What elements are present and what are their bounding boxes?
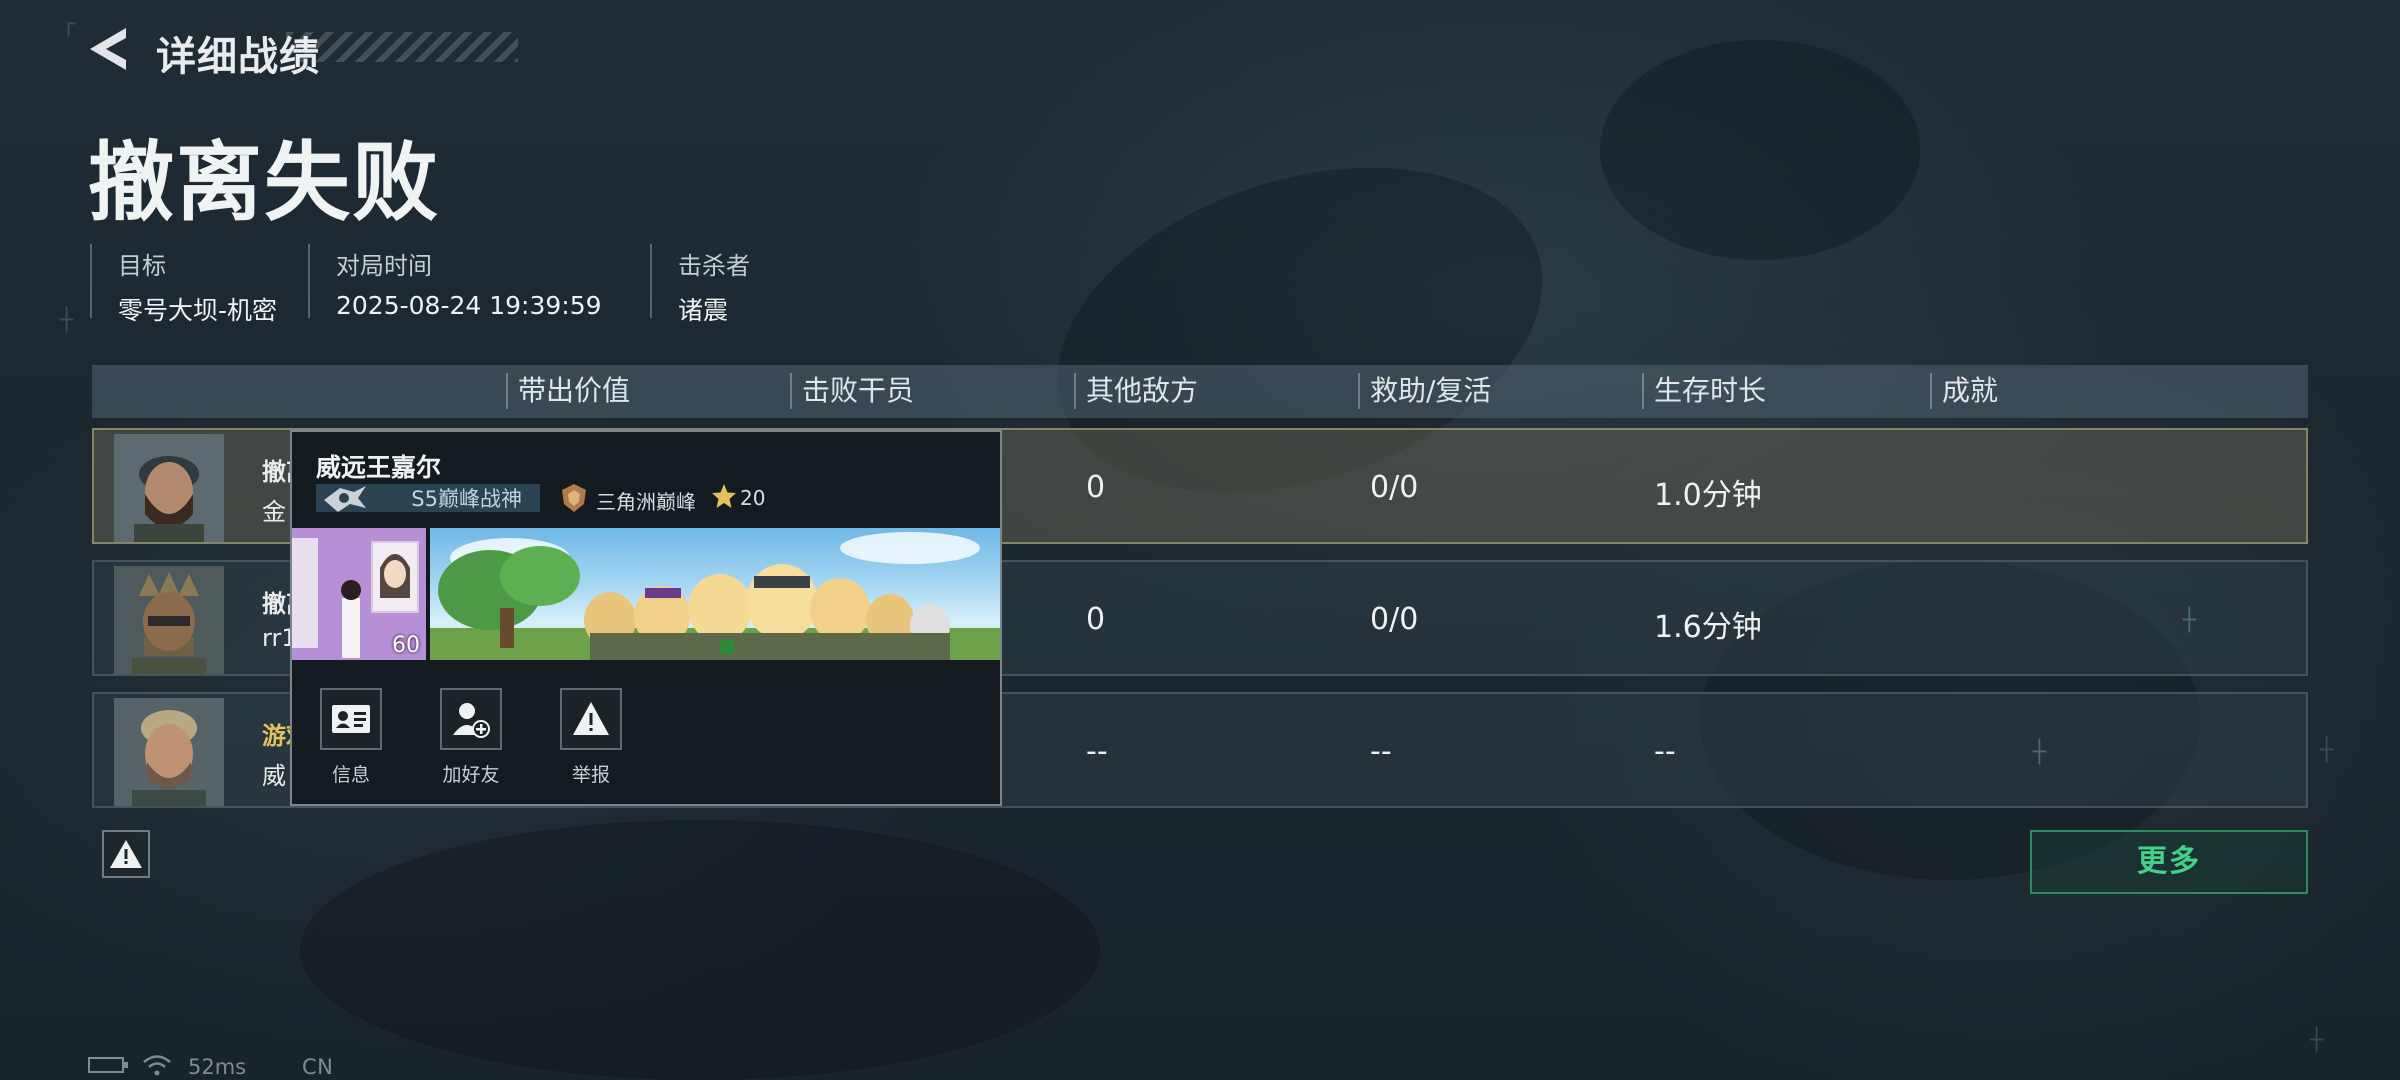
rank-emblem-icon: [324, 486, 366, 512]
info-label: 对局时间: [336, 252, 432, 280]
survival-time: --: [1654, 734, 1676, 769]
header-title: 详细战绩: [156, 34, 320, 80]
back-button[interactable]: [86, 26, 130, 72]
column-header: 带出价值: [506, 373, 630, 409]
column-header: 生存时长: [1642, 373, 1766, 409]
player-name: 金: [262, 498, 286, 526]
header-decoration: [286, 32, 518, 62]
star-count: 20: [740, 486, 766, 510]
tier-emblem-icon: [562, 484, 586, 512]
add-friend-action-box: [440, 688, 502, 750]
rank-text: S5巅峰战神: [411, 487, 522, 511]
column-header: 成就: [1930, 373, 1998, 409]
info-action[interactable]: 信息: [316, 688, 386, 787]
operator-portrait: [114, 434, 224, 542]
screen: ┌ ┼ ┼ ┼ 详细战绩 撤离失败 目标 零号大坝-机密 对局时间 2025-0…: [0, 0, 2400, 1080]
star-icon: [712, 484, 736, 508]
rank-badge: S5巅峰战神: [316, 484, 540, 512]
assist-revive: 0/0: [1370, 470, 1419, 505]
crosshair-icon: ┼: [2310, 1028, 2324, 1053]
table-header: 带出价值 击败干员 其他敌方 救助/复活 生存时长 成就: [92, 365, 2308, 418]
info-match-time: 对局时间 2025-08-24 19:39:59: [308, 244, 602, 320]
report-action[interactable]: 举报: [556, 688, 626, 787]
survival-time: 1.6分钟: [1654, 610, 1762, 645]
info-value: 2025-08-24 19:39:59: [336, 291, 602, 320]
uid-text: CN UID:9098095698953377O413: [302, 1055, 629, 1080]
info-killer: 击杀者 诸震: [650, 244, 750, 325]
crosshair-icon: ┼: [2182, 608, 2196, 633]
other-enemies: 0: [1086, 602, 1106, 637]
other-enemies: --: [1086, 734, 1108, 769]
background-shape: [300, 820, 1100, 1080]
match-result-title: 撤离失败: [88, 133, 440, 233]
tier-text: 三角洲巅峰: [596, 490, 696, 514]
info-action-box: [320, 688, 382, 750]
background-shape: [1600, 40, 1920, 260]
back-arrow-icon: [90, 28, 126, 70]
ping-text: 52ms: [188, 1055, 247, 1079]
assist-revive: --: [1370, 734, 1392, 769]
warning-icon: [573, 702, 609, 735]
info-label: 目标: [118, 252, 166, 280]
operator-portrait: [114, 698, 224, 806]
column-header: 救助/复活: [1358, 373, 1491, 409]
battery-icon: [88, 1057, 128, 1073]
column-header: 击败干员: [790, 373, 914, 409]
info-value: 诸震: [678, 296, 729, 325]
crosshair-icon: ┼: [2320, 738, 2334, 763]
info-label: 击杀者: [678, 252, 750, 280]
wifi-icon: [143, 1055, 171, 1076]
crosshair-icon: ┼: [60, 308, 74, 333]
more-button[interactable]: 更多: [2030, 830, 2308, 894]
action-label: 举报: [571, 764, 610, 786]
id-card-icon: [332, 705, 370, 733]
player-banner: [430, 528, 1000, 660]
survival-time: 1.0分钟: [1654, 478, 1762, 513]
other-enemies: 0: [1086, 470, 1106, 505]
add-friend-icon: [453, 703, 490, 738]
avatar-level: 60: [392, 633, 420, 658]
crosshair-icon: ┌: [62, 12, 76, 37]
operator-portrait: [114, 566, 224, 674]
assist-revive: 0/0: [1370, 602, 1419, 637]
player-popup: 威远王嘉尔 S5巅峰战神 三角洲巅峰 20 60 信息 加好友 举报: [290, 430, 1002, 806]
dog-characters: [584, 564, 950, 660]
action-label: 加好友: [442, 764, 500, 786]
crosshair-icon: ┼: [2032, 740, 2046, 765]
report-match-button[interactable]: [102, 830, 150, 878]
column-header: 其他敌方: [1074, 373, 1198, 409]
report-action-box: [560, 688, 622, 750]
warning-icon: [110, 840, 142, 868]
player-avatar[interactable]: 60: [292, 528, 426, 660]
add-friend-action[interactable]: 加好友: [436, 688, 506, 787]
info-target: 目标 零号大坝-机密: [90, 244, 277, 325]
player-name: 威: [262, 762, 286, 790]
action-label: 信息: [331, 764, 370, 786]
popup-player-name: 威远王嘉尔: [316, 453, 442, 482]
info-value: 零号大坝-机密: [118, 296, 278, 325]
